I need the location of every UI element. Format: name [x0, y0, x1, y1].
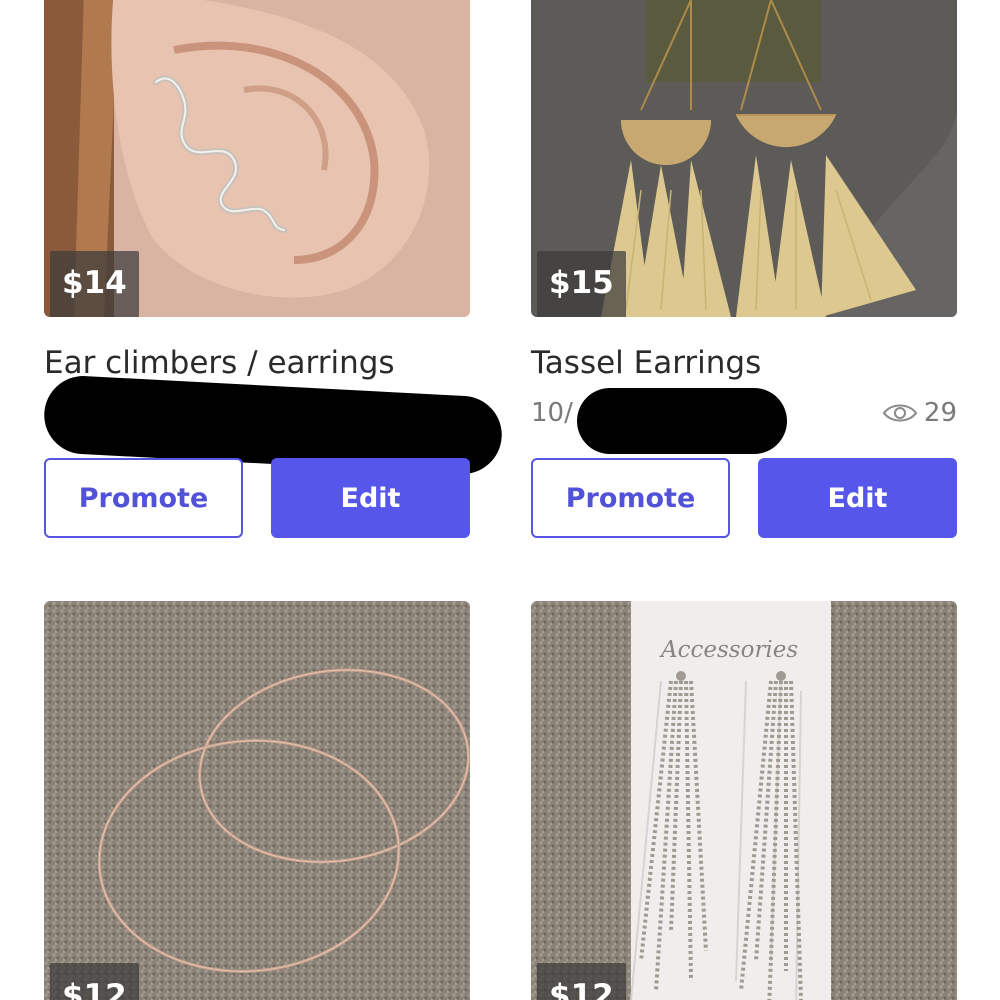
promote-button[interactable]: Promote	[44, 458, 243, 538]
views-stat: 29	[882, 398, 957, 428]
listing-photo[interactable]: Accessories $12	[531, 601, 957, 1000]
listing-photo[interactable]: $12	[44, 601, 470, 1000]
promote-button[interactable]: Promote	[531, 458, 730, 538]
listing-title[interactable]: Ear climbers / earrings	[44, 345, 395, 381]
eye-icon	[882, 404, 918, 422]
listing-date: 10/	[531, 398, 573, 428]
price-badge: $14	[50, 251, 139, 317]
redaction-mark	[577, 388, 787, 454]
listing-title[interactable]: Tassel Earrings	[531, 345, 761, 381]
edit-button[interactable]: Edit	[271, 458, 470, 538]
hoops-photo-image	[44, 601, 470, 1000]
edit-button[interactable]: Edit	[758, 458, 957, 538]
price-badge: $12	[537, 963, 626, 1000]
listing-photo[interactable]: $15	[531, 0, 957, 317]
package-label: Accessories	[661, 637, 799, 663]
views-count: 29	[923, 398, 957, 428]
price-badge: $12	[50, 963, 139, 1000]
price-badge: $15	[537, 251, 626, 317]
listing-photo[interactable]: $14	[44, 0, 470, 317]
